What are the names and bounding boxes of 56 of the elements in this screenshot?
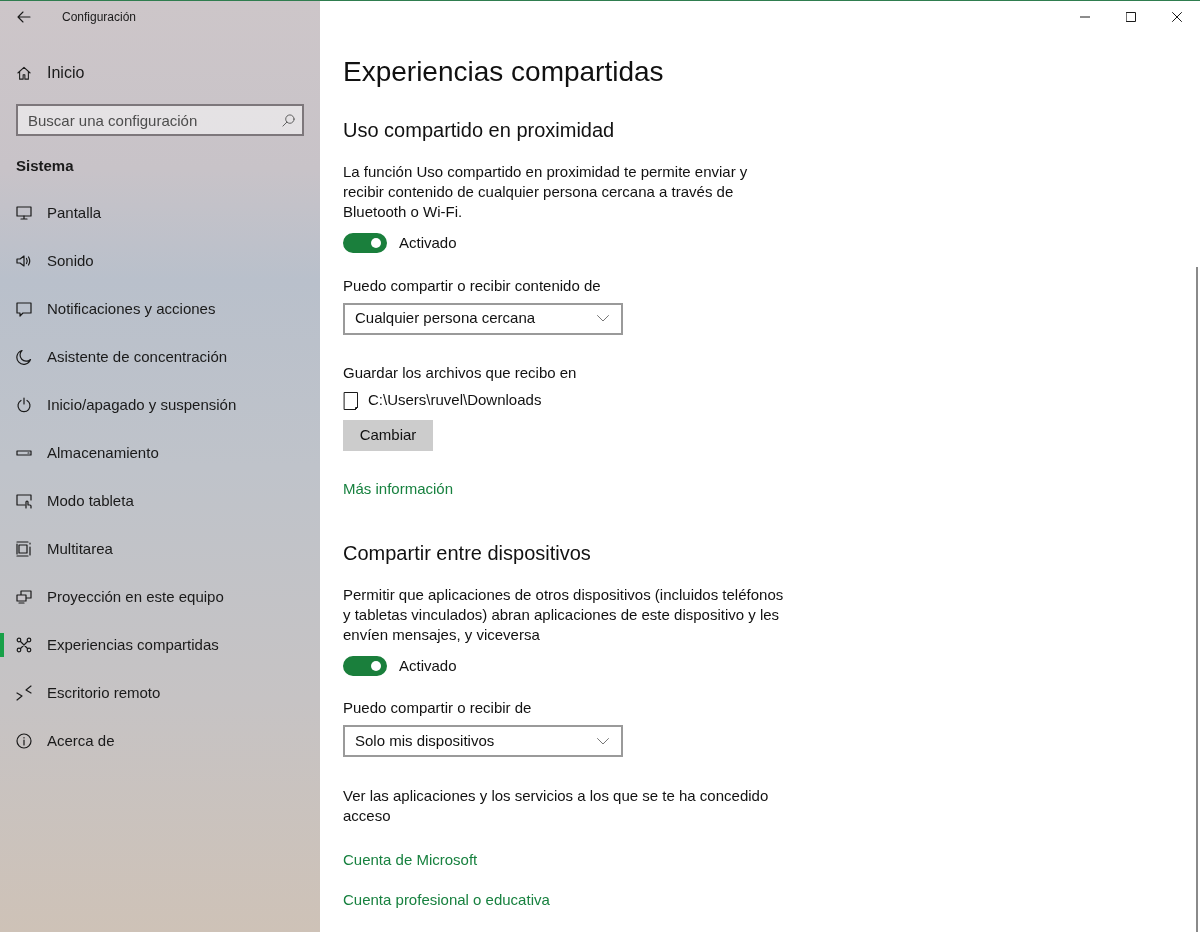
maximize-icon[interactable] [1126, 12, 1136, 22]
text-link[interactable]: Cuenta profesional o educativa [343, 890, 550, 910]
sidebar-item[interactable]: Sonido [0, 237, 320, 285]
sidebar-item[interactable]: Escritorio remoto [0, 669, 320, 717]
chevron-down-icon [597, 315, 609, 322]
monitor-icon [16, 205, 32, 221]
field-label: Puedo compartir o recibir contenido de [343, 275, 601, 296]
description-text: Permitir que aplicaciones de otros dispositivos (incluidos teléfonos y tabletas vinculados) abran aplicaciones de este dispositivo y les envíen mensajes, y viceversa [343, 584, 785, 645]
multitask-icon [16, 541, 32, 557]
info-icon [16, 733, 32, 749]
toggle-switch[interactable] [343, 655, 387, 676]
sidebar-item[interactable]: Inicio/apagado y suspensión [0, 381, 320, 429]
sidebar-item[interactable]: Proyección en este equipo [0, 573, 320, 621]
home-nav-item[interactable]: Inicio [0, 49, 320, 97]
sidebar-item[interactable]: Acerca de [0, 717, 320, 765]
speaker-icon [16, 253, 32, 269]
sidebar-item[interactable]: Experiencias compartidas [0, 621, 320, 669]
moon-icon [16, 349, 32, 365]
field-label: Guardar los archivos que recibo en [343, 362, 577, 383]
sidebar-item[interactable]: Modo tableta [0, 477, 320, 525]
text-link[interactable]: Más información [343, 478, 454, 499]
sidebar-item[interactable]: Asistente de concentración [0, 333, 320, 381]
scrollbar-thumb[interactable] [1196, 267, 1198, 932]
speech-bubble-icon [16, 301, 32, 317]
sidebar-item[interactable]: Multitarea [0, 525, 320, 573]
tablet-touch-icon [16, 493, 32, 509]
info-text: Ver las aplicaciones y los servicios a los que se te ha concedido acceso [343, 786, 770, 826]
share-nodes-icon [16, 637, 32, 653]
sidebar-item[interactable]: Notificaciones y acciones [0, 285, 320, 333]
home-icon [17, 66, 31, 80]
remote-arrows-icon [16, 685, 32, 701]
screens-icon [16, 589, 32, 605]
toggle-label: Activado [399, 655, 457, 676]
section-heading: Compartir entre dispositivos [343, 540, 591, 566]
file-path: C:\Users\ruvel\Downloads [368, 390, 542, 411]
search-icon[interactable] [282, 114, 295, 127]
description-text: La función Uso compartido en proximidad te permite enviar y recibir contenido de cualquier persona cercana a través de Bluetooth o Wi-Fi. [343, 162, 749, 222]
section-heading: Uso compartido en proximidad [343, 118, 615, 143]
chevron-down-icon [597, 737, 609, 745]
sidebar-item[interactable]: Almacenamiento [0, 429, 320, 477]
toggle-label: Activado [399, 233, 457, 253]
change-button[interactable]: Cambiar [343, 419, 433, 451]
section-heading: Sistema [16, 156, 75, 176]
window-title: Configuración [62, 9, 137, 26]
text-link[interactable]: Cuenta de Microsoft [343, 850, 478, 870]
back-arrow-icon[interactable] [17, 11, 31, 23]
sidebar-item[interactable]: Pantalla [0, 189, 320, 237]
page-title: Experiencias compartidas [343, 55, 664, 89]
document-icon [343, 390, 359, 411]
field-label: Puedo compartir o recibir de [343, 698, 532, 718]
toggle-switch[interactable] [343, 233, 387, 254]
dropdown[interactable]: Solo mis dispositivos [343, 725, 623, 757]
dropdown[interactable]: Cualquier persona cercana [343, 302, 623, 335]
close-icon[interactable] [1172, 12, 1182, 22]
search-field[interactable]: Buscar una configuración [16, 104, 304, 136]
power-icon [16, 397, 32, 413]
